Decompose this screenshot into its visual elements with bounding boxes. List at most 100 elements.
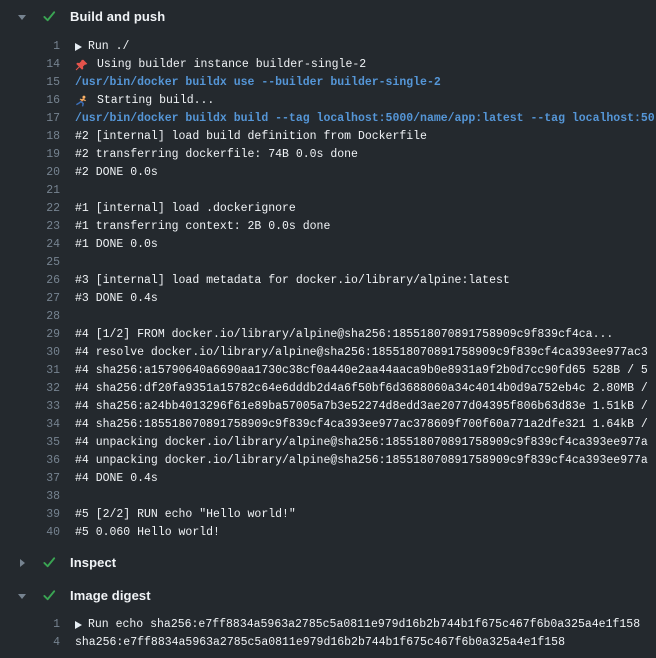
log-text: #2 [internal] load build definition from… [75,128,427,146]
line-number[interactable]: 32 [0,380,60,398]
line-number[interactable]: 33 [0,398,60,416]
line-number[interactable]: 35 [0,434,60,452]
log-text: Run echo sha256:e7ff8834a5963a2785c5a081… [88,616,640,634]
chevron-down-icon[interactable] [17,591,27,601]
line-number[interactable]: 29 [0,326,60,344]
log-line[interactable]: 33#4 sha256:a24bb4013296f61e89ba57005a7b… [0,398,656,416]
log-line[interactable]: 1 Run ./ [0,38,656,56]
section-title: Inspect [70,555,116,570]
log-line[interactable]: 4 sha256:e7ff8834a5963a2785c5a0811e979d16… [0,634,656,652]
line-number[interactable]: 38 [0,488,60,506]
line-number[interactable]: 25 [0,254,60,272]
log-line[interactable]: 22#1 [internal] load .dockerignore [0,200,656,218]
log-text: #3 [internal] load metadata for docker.i… [75,272,510,290]
line-number[interactable]: 40 [0,524,60,542]
log-line[interactable]: 30 #4 resolve docker.io/library/alpine@sh… [0,344,656,362]
line-content: #2 [internal] load build definition from… [75,128,427,146]
line-number[interactable]: 31 [0,362,60,380]
line-number[interactable]: 36 [0,452,60,470]
line-content: #4 sha256:a15790640a6690aa1730c38cf0a440… [75,362,648,380]
log-line[interactable]: 14 Using builder instance builder-single-… [0,56,656,74]
line-number[interactable]: 21 [0,182,60,200]
line-number[interactable]: 1 [0,38,60,56]
log-line[interactable]: 32 #4 sha256:df20fa9351a15782c64e6dddb2d4… [0,380,656,398]
log-line[interactable]: 23#1 transferring context: 2B 0.0s done [0,218,656,236]
line-number[interactable]: 14 [0,56,60,74]
expand-group-icon[interactable] [75,43,82,51]
log-text: #5 [2/2] RUN echo "Hello world!" [75,506,296,524]
log-text: #4 sha256:df20fa9351a15782c64e6dddb2d4a6… [75,380,648,398]
log-line[interactable]: 28 [0,308,656,326]
section-header[interactable]: Inspect [0,546,656,579]
log-line[interactable]: 1 Run echo sha256:e7ff8834a5963a2785c5a08… [0,616,656,634]
chevron-right-icon[interactable] [17,558,27,568]
log-line[interactable]: 37#4 DONE 0.4s [0,470,656,488]
log-text: Run ./ [88,38,129,56]
line-number[interactable]: 23 [0,218,60,236]
line-content: /usr/bin/docker buildx build --tag local… [75,110,655,128]
line-number[interactable]: 39 [0,506,60,524]
line-number[interactable]: 19 [0,146,60,164]
log-line[interactable]: 38 [0,488,656,506]
log-line[interactable]: 18 #2 [internal] load build definition fr… [0,128,656,146]
line-content: #4 sha256:df20fa9351a15782c64e6dddb2d4a6… [75,380,648,398]
line-number[interactable]: 27 [0,290,60,308]
log-line[interactable]: 26 #3 [internal] load metadata for docker… [0,272,656,290]
line-number[interactable]: 1 [0,616,60,634]
log-line[interactable]: 34 #4 sha256:185518070891758909c9f839cf4c… [0,416,656,434]
line-number[interactable]: 17 [0,110,60,128]
line-number[interactable]: 18 [0,128,60,146]
expand-group-icon[interactable] [75,621,82,629]
line-content: #3 DONE 0.4s [75,290,158,308]
log-text: sha256:e7ff8834a5963a2785c5a0811e979d16b… [75,634,565,652]
line-content: #2 DONE 0.0s [75,164,158,182]
log-line[interactable]: 31 #4 sha256:a15790640a6690aa1730c38cf0a4… [0,362,656,380]
line-number[interactable]: 28 [0,308,60,326]
line-number[interactable]: 26 [0,272,60,290]
log-line[interactable]: 21 [0,182,656,200]
log-text: #2 DONE 0.0s [75,164,158,182]
line-number[interactable]: 4 [0,634,60,652]
line-number[interactable]: 16 [0,92,60,110]
log-line[interactable]: 25 [0,254,656,272]
log-text: #4 sha256:185518070891758909c9f839cf4ca3… [75,416,648,434]
runner-icon [75,95,88,108]
log-text: #4 unpacking docker.io/library/alpine@sh… [75,434,648,452]
log-line[interactable]: 15/usr/bin/docker buildx use --builder b… [0,74,656,92]
line-content: Using builder instance builder-single-2 [75,56,366,74]
line-content: #4 resolve docker.io/library/alpine@sha2… [75,344,648,362]
log-line[interactable]: 19 #2 transferring dockerfile: 74B 0.0s d… [0,146,656,164]
check-icon [41,9,57,25]
log-text: #1 DONE 0.0s [75,236,158,254]
log-line[interactable]: 36#4 unpacking docker.io/library/alpine@… [0,452,656,470]
log-line[interactable]: 29#4 [1/2] FROM docker.io/library/alpine… [0,326,656,344]
pushpin-icon [75,59,88,72]
line-number[interactable]: 34 [0,416,60,434]
log-line[interactable]: 40#5 0.060 Hello world! [0,524,656,542]
log-text: Using builder instance builder-single-2 [97,56,366,74]
section-header[interactable]: Build and push [0,0,656,33]
log-line[interactable]: 17/usr/bin/docker buildx build --tag loc… [0,110,656,128]
section-header[interactable]: Image digest [0,579,656,612]
line-content: Run echo sha256:e7ff8834a5963a2785c5a081… [75,616,640,634]
log-line[interactable]: 20 #2 DONE 0.0s [0,164,656,182]
line-number[interactable]: 24 [0,236,60,254]
log-line[interactable]: 24 #1 DONE 0.0s [0,236,656,254]
log-line[interactable]: 27 #3 DONE 0.4s [0,290,656,308]
line-number[interactable]: 30 [0,344,60,362]
section-title: Build and push [70,9,165,24]
log-line[interactable]: 35 #4 unpacking docker.io/library/alpine@… [0,434,656,452]
line-number[interactable]: 20 [0,164,60,182]
log-text: #2 transferring dockerfile: 74B 0.0s don… [75,146,358,164]
line-number[interactable]: 37 [0,470,60,488]
log-line[interactable]: 16 Starting build... [0,92,656,110]
line-number[interactable]: 15 [0,74,60,92]
log-line[interactable]: 39 #5 [2/2] RUN echo "Hello world!" [0,506,656,524]
log-text: Starting build... [97,92,214,110]
line-content: #3 [internal] load metadata for docker.i… [75,272,510,290]
line-number[interactable]: 22 [0,200,60,218]
chevron-down-icon[interactable] [17,12,27,22]
log-text: /usr/bin/docker buildx use --builder bui… [75,74,441,92]
line-content: #5 [2/2] RUN echo "Hello world!" [75,506,296,524]
log-section: Image digest 1 Run echo sha256:e7ff8834a59… [0,579,656,654]
